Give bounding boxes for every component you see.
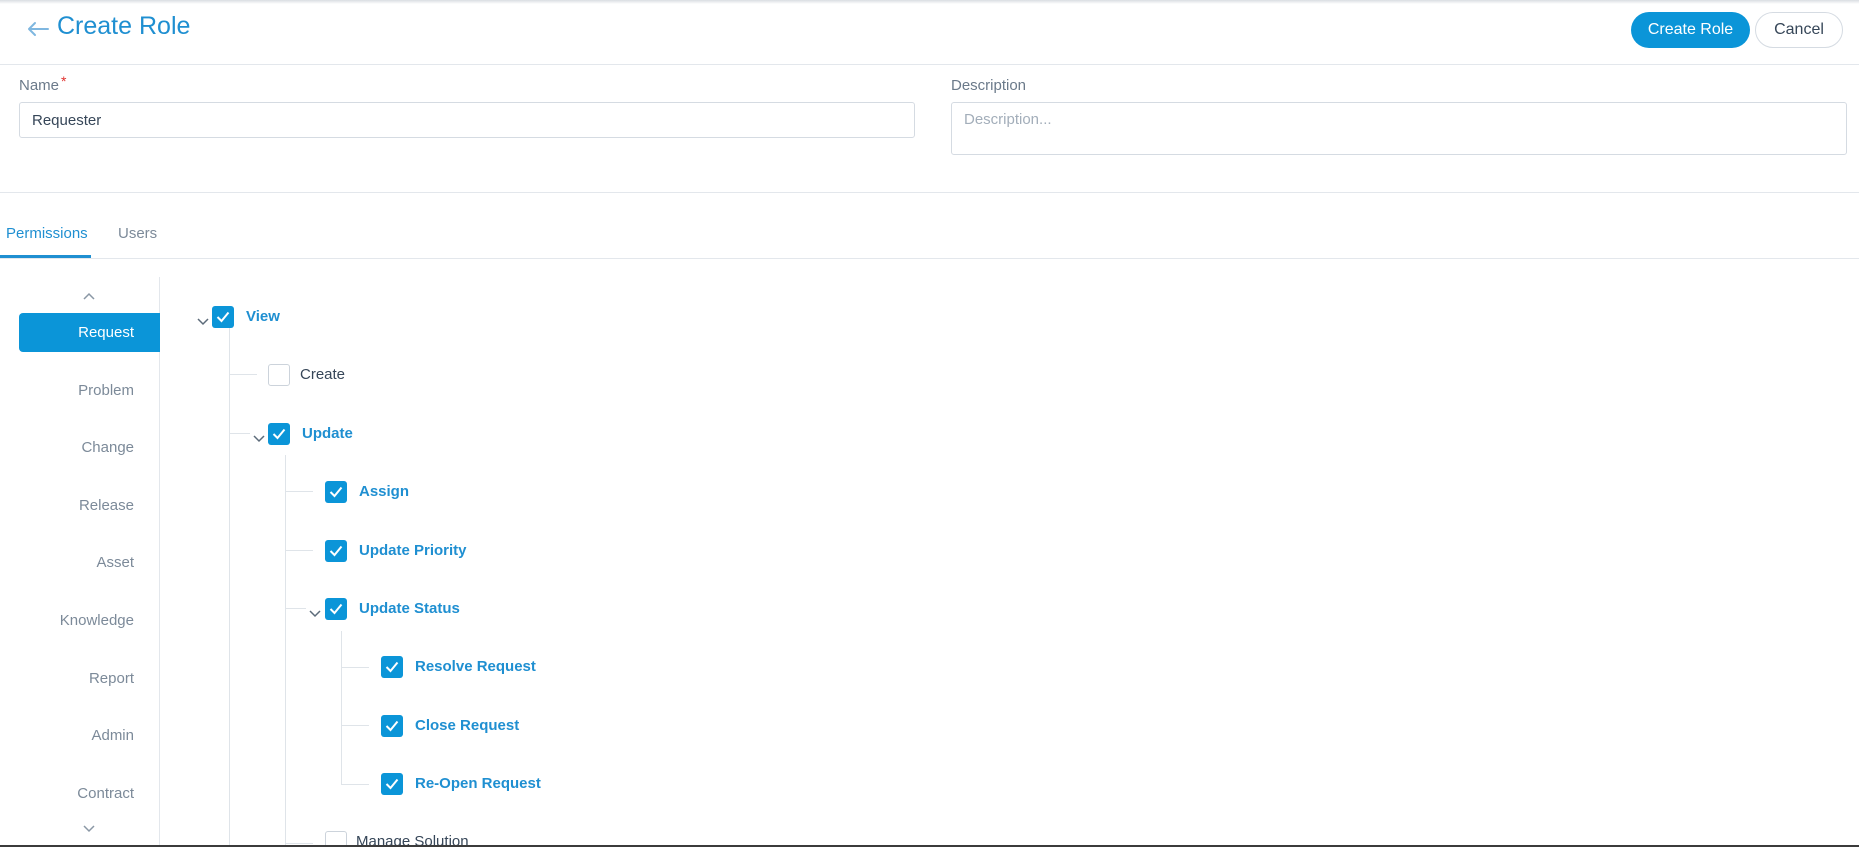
create-checkbox[interactable] — [268, 364, 290, 386]
check-icon — [329, 603, 343, 615]
tab-permissions[interactable]: Permissions — [6, 225, 88, 242]
update-priority-permission-label[interactable]: Update Priority — [359, 542, 467, 559]
back-arrow-icon[interactable] — [26, 18, 50, 40]
update-status-permission-label[interactable]: Update Status — [359, 600, 460, 617]
view-checkbox[interactable] — [212, 306, 234, 328]
description-input[interactable] — [951, 102, 1847, 155]
caret-down-icon[interactable] — [196, 313, 210, 326]
create-role-button[interactable]: Create Role — [1631, 12, 1750, 48]
tree-line-update — [285, 455, 286, 847]
update-priority-checkbox[interactable] — [325, 540, 347, 562]
check-icon — [272, 428, 286, 440]
resolve-request-permission-label[interactable]: Resolve Request — [415, 658, 536, 675]
tree-branch-update-status — [285, 608, 306, 609]
form-divider — [0, 192, 1859, 193]
chevron-down-icon[interactable] — [82, 820, 96, 833]
tree-branch-close-request — [341, 725, 369, 726]
permission-module-nav: Request Problem Change Release Asset Kno… — [0, 277, 160, 847]
create-permission-label[interactable]: Create — [300, 366, 345, 383]
required-marker: * — [61, 73, 67, 89]
tabs-divider — [0, 258, 1859, 259]
nav-item-release[interactable]: Release — [19, 486, 160, 525]
tree-branch-update-priority — [285, 550, 313, 551]
update-status-checkbox[interactable] — [325, 598, 347, 620]
nav-item-request[interactable]: Request — [19, 313, 160, 352]
nav-item-report[interactable]: Report — [19, 659, 160, 698]
name-label-text: Name — [19, 77, 60, 94]
caret-down-icon[interactable] — [308, 605, 322, 618]
check-icon — [216, 311, 230, 323]
update-checkbox[interactable] — [268, 423, 290, 445]
tree-branch-resolve-request — [341, 667, 369, 668]
update-permission-label[interactable]: Update — [302, 425, 353, 442]
resolve-request-checkbox[interactable] — [381, 656, 403, 678]
description-field-label: Description — [951, 77, 1027, 94]
check-icon — [385, 661, 399, 673]
reopen-request-checkbox[interactable] — [381, 773, 403, 795]
tree-line-view — [229, 328, 230, 847]
check-icon — [329, 545, 343, 557]
chevron-up-icon[interactable] — [82, 289, 96, 300]
page-title: Create Role — [57, 12, 191, 40]
tree-branch-reopen-request — [341, 784, 369, 785]
close-request-permission-label[interactable]: Close Request — [415, 717, 519, 734]
page-header: Create Role Create Role Cancel — [0, 0, 1859, 65]
close-request-checkbox[interactable] — [381, 715, 403, 737]
nav-item-asset[interactable]: Asset — [19, 543, 160, 582]
cancel-button[interactable]: Cancel — [1755, 12, 1843, 48]
tree-branch-assign — [285, 491, 313, 492]
check-icon — [385, 720, 399, 732]
check-icon — [385, 778, 399, 790]
nav-item-knowledge[interactable]: Knowledge — [19, 601, 160, 640]
check-icon — [329, 486, 343, 498]
view-permission-label[interactable]: View — [246, 308, 280, 325]
caret-down-icon[interactable] — [252, 430, 266, 443]
tree-branch-manage-solution — [285, 843, 313, 844]
assign-permission-label[interactable]: Assign — [359, 483, 409, 500]
nav-item-change[interactable]: Change — [19, 428, 160, 467]
nav-item-contract[interactable]: Contract — [19, 774, 160, 813]
nav-item-admin[interactable]: Admin — [19, 716, 160, 755]
tree-line-update-status — [341, 631, 342, 784]
name-input[interactable] — [19, 102, 915, 138]
tree-branch-update — [229, 433, 250, 434]
tree-branch-create — [229, 374, 257, 375]
reopen-request-permission-label[interactable]: Re-Open Request — [415, 775, 541, 792]
name-field-label: Name * — [19, 73, 66, 94]
assign-checkbox[interactable] — [325, 481, 347, 503]
tab-users[interactable]: Users — [118, 225, 157, 242]
nav-item-problem[interactable]: Problem — [19, 371, 160, 410]
